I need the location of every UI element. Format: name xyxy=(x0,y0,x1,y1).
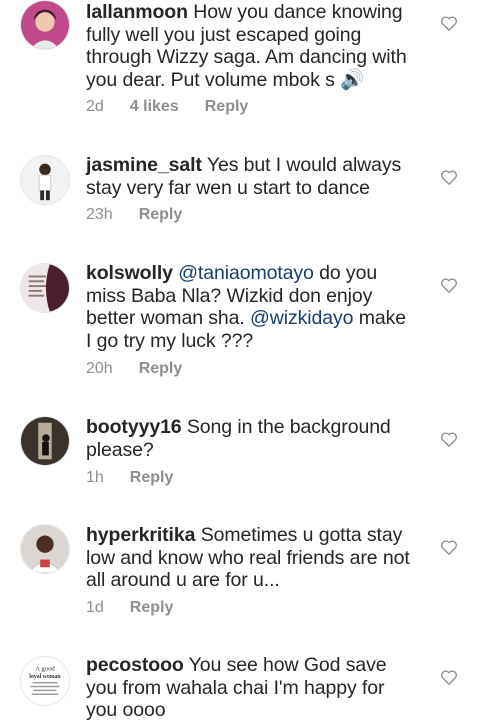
comment-time: 1h xyxy=(86,469,104,486)
comment-time: 1d xyxy=(86,599,104,616)
comment-username[interactable]: hyperkritika xyxy=(86,524,195,546)
comment-username[interactable]: bootyyy16 xyxy=(86,416,182,438)
avatar[interactable] xyxy=(20,416,70,466)
comment-meta: 23h Reply xyxy=(86,206,182,224)
heart-outline-icon[interactable] xyxy=(440,277,458,294)
comment-username[interactable]: kolswolly xyxy=(86,262,173,284)
avatar[interactable] xyxy=(20,0,70,50)
comment-likes[interactable]: 4 likes xyxy=(130,98,179,116)
comment-username[interactable]: pecostooo xyxy=(86,654,184,676)
comment-text: kolswolly @taniaomotayo do you miss Baba… xyxy=(86,262,416,352)
comment-time: 20h xyxy=(86,360,113,377)
comment-username[interactable]: jasmine_salt xyxy=(86,154,202,176)
avatar[interactable] xyxy=(20,155,70,205)
comment-text: lallanmoon How you dance knowing fully w… xyxy=(86,1,416,91)
avatar-caption: A good xyxy=(35,665,55,672)
comment-text: jasmine_salt Yes but I would always stay… xyxy=(86,154,416,199)
heart-outline-icon[interactable] xyxy=(440,669,458,686)
comment-text: pecostooo You see how God save you from … xyxy=(86,654,416,722)
avatar[interactable] xyxy=(20,263,70,313)
comment-meta: 2d 4 likes Reply xyxy=(86,98,248,116)
reply-button[interactable]: Reply xyxy=(130,469,174,487)
reply-button[interactable]: Reply xyxy=(205,98,249,116)
comment-meta: 1d Reply xyxy=(86,599,173,617)
comment-text: bootyyy16 Song in the background please? xyxy=(86,416,416,461)
comment-text: hyperkritika Sometimes u gotta stay low … xyxy=(86,524,416,592)
comment-time: 2d xyxy=(86,98,104,115)
comment-meta: 1h Reply xyxy=(86,469,173,487)
avatar[interactable]: A good loyal woman xyxy=(20,656,70,706)
avatar[interactable] xyxy=(20,524,70,574)
heart-outline-icon[interactable] xyxy=(440,15,458,32)
reply-button[interactable]: Reply xyxy=(139,206,183,224)
mention-link[interactable]: @wizkidayo xyxy=(250,307,353,329)
heart-outline-icon[interactable] xyxy=(440,431,458,448)
avatar-caption: loyal woman xyxy=(29,674,61,680)
comment-time: 23h xyxy=(86,206,113,223)
reply-button[interactable]: Reply xyxy=(130,599,174,617)
comment-meta: 20h Reply xyxy=(86,360,182,378)
heart-outline-icon[interactable] xyxy=(440,539,458,556)
mention-link[interactable]: @taniaomotayo xyxy=(178,262,314,284)
heart-outline-icon[interactable] xyxy=(440,169,458,186)
reply-button[interactable]: Reply xyxy=(139,360,183,378)
comment-username[interactable]: lallanmoon xyxy=(86,1,188,23)
